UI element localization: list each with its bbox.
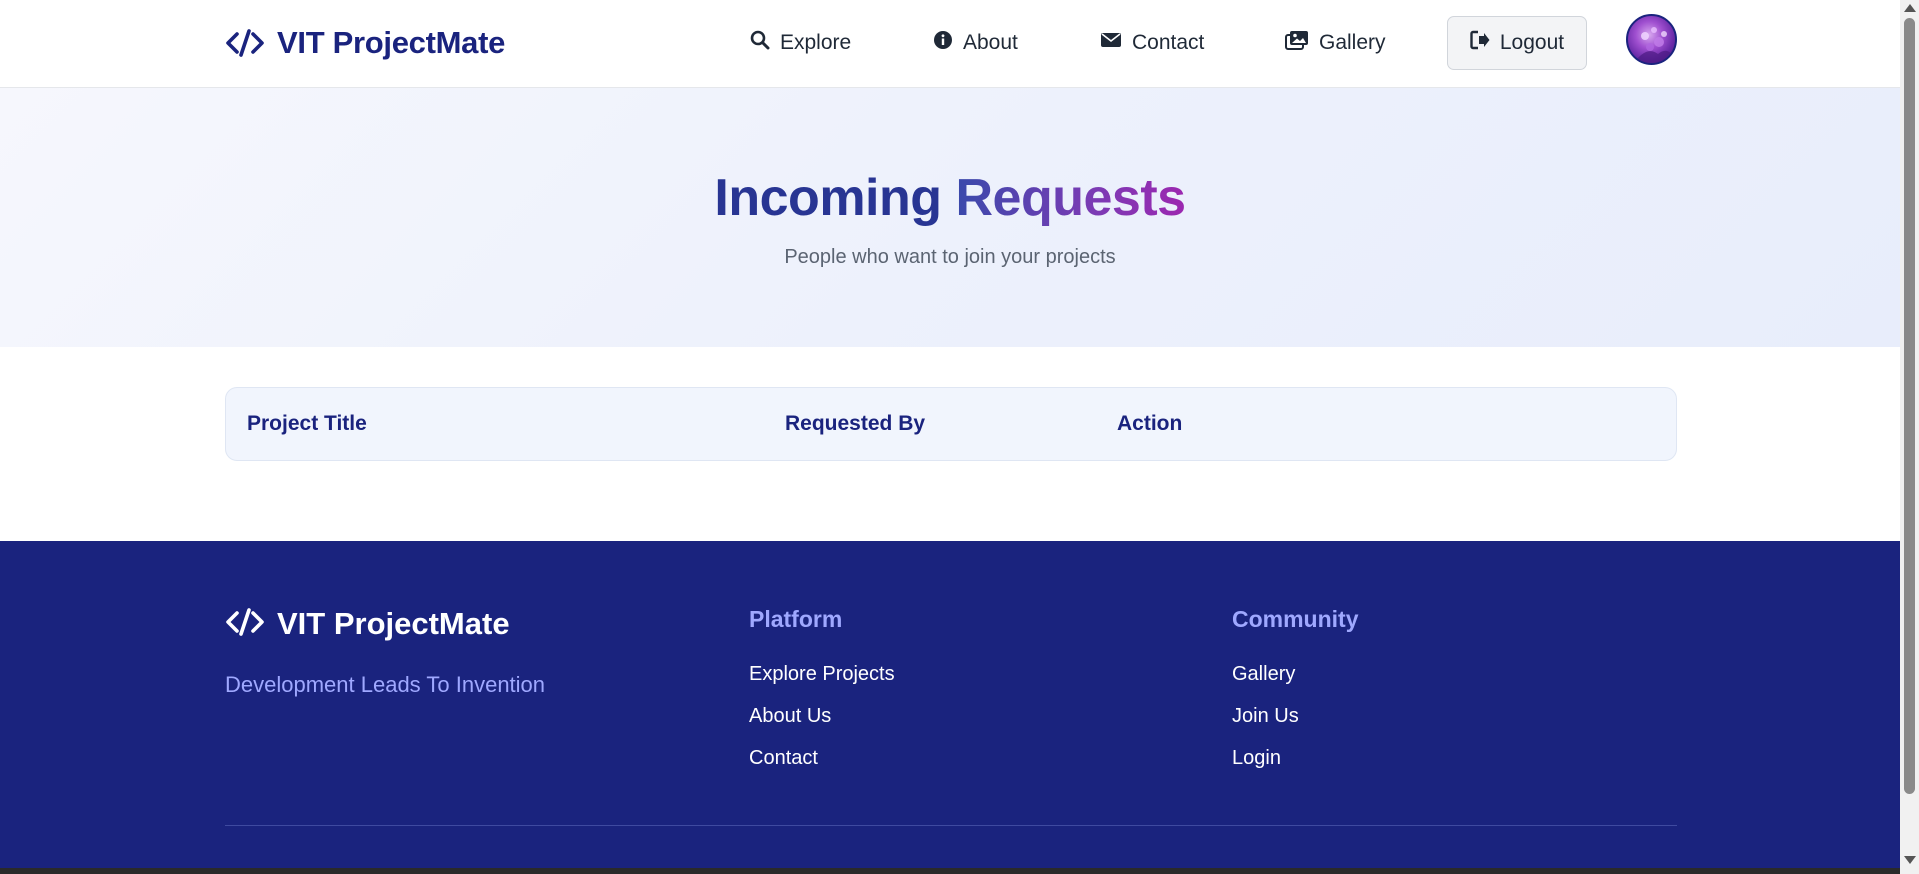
page-title-word-2: Requests	[955, 169, 1186, 227]
info-icon	[933, 30, 953, 56]
footer-divider	[225, 825, 1677, 826]
nav-gallery-link[interactable]: Gallery	[1285, 24, 1386, 62]
footer-brand[interactable]: VIT ProjectMate	[225, 606, 510, 642]
footer-community-heading: Community	[1232, 606, 1359, 632]
logout-button[interactable]: Logout	[1447, 16, 1587, 70]
column-project-title: Project Title	[247, 412, 367, 435]
scroll-up-arrow-icon[interactable]	[1904, 4, 1916, 12]
footer-platform-heading: Platform	[749, 606, 843, 632]
footer-link-join-us[interactable]: Join Us	[1232, 705, 1299, 728]
navbar: VIT ProjectMate Explore About Contact Ga…	[0, 0, 1900, 88]
footer-link-contact[interactable]: Contact	[749, 747, 818, 770]
nav-explore-label: Explore	[780, 31, 852, 54]
footer-tagline: Development Leads To Invention	[225, 672, 546, 697]
vertical-scrollbar[interactable]	[1900, 0, 1919, 874]
images-icon	[1285, 30, 1309, 56]
brand-name: VIT ProjectMate	[277, 25, 506, 60]
page-title: Incoming Requests	[0, 168, 1900, 228]
scroll-down-arrow-icon[interactable]	[1904, 856, 1916, 864]
logout-icon	[1470, 30, 1490, 56]
footer-link-explore-projects[interactable]: Explore Projects	[749, 663, 895, 686]
scrollbar-thumb[interactable]	[1904, 18, 1915, 794]
nav-contact-link[interactable]: Contact	[1100, 24, 1204, 62]
page: VIT ProjectMate Explore About Contact Ga…	[0, 0, 1900, 874]
column-action: Action	[1117, 412, 1183, 435]
column-requested-by: Requested By	[785, 412, 926, 435]
nav-about-link[interactable]: About	[933, 24, 1018, 62]
hero-section: Incoming Requests People who want to joi…	[0, 88, 1900, 347]
page-title-word-1: Incoming	[714, 169, 942, 227]
code-icon	[225, 28, 265, 58]
footer-code-icon	[225, 607, 265, 642]
footer-link-about-us[interactable]: About Us	[749, 705, 831, 728]
footer-link-gallery[interactable]: Gallery	[1232, 663, 1295, 686]
search-icon	[750, 30, 770, 56]
window-bottom-edge	[0, 868, 1900, 874]
nav-about-label: About	[963, 31, 1018, 54]
nav-explore-link[interactable]: Explore	[750, 24, 851, 62]
envelope-icon	[1100, 31, 1122, 55]
footer-brand-name: VIT ProjectMate	[277, 606, 510, 641]
brand-logo[interactable]: VIT ProjectMate	[225, 20, 505, 66]
logout-label: Logout	[1499, 31, 1565, 54]
footer-link-login[interactable]: Login	[1232, 747, 1281, 770]
page-subtitle: People who want to join your projects	[784, 246, 1116, 268]
avatar[interactable]	[1626, 14, 1677, 65]
nav-gallery-label: Gallery	[1319, 31, 1386, 54]
nav-contact-label: Contact	[1132, 31, 1205, 54]
footer: VIT ProjectMate Development Leads To Inv…	[0, 541, 1900, 874]
requests-table-header: Project Title Requested By Action	[225, 387, 1677, 461]
